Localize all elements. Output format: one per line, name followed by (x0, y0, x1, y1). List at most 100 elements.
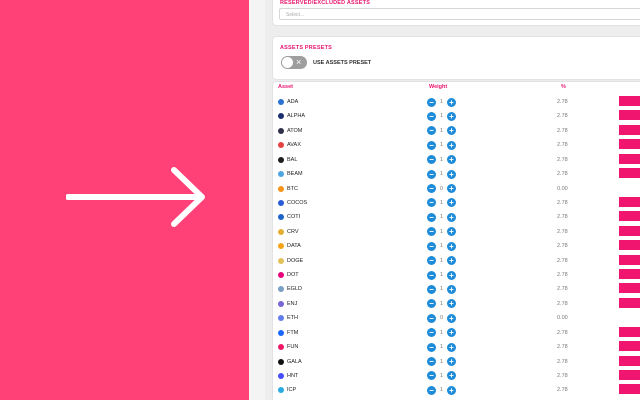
decrease-weight-button[interactable]: − (427, 299, 436, 309)
coin-icon (278, 156, 284, 163)
allocation-bar (619, 341, 640, 352)
decrease-weight-button[interactable]: − (427, 169, 436, 179)
decrease-weight-button[interactable]: − (427, 241, 436, 251)
table-row: ETH −0 +0.00 (273, 312, 640, 326)
asset-name: ICP (287, 387, 297, 394)
increase-weight-button[interactable]: + (447, 140, 456, 150)
table-row: ENJ −1 +2.78 (273, 297, 640, 312)
decrease-weight-button[interactable]: − (427, 111, 436, 121)
decrease-weight-button[interactable]: − (427, 256, 436, 266)
table-row: GALA −1 +2.78 (273, 355, 640, 370)
allocation-bar (619, 269, 640, 280)
percent-value: 2.78 (557, 272, 568, 279)
asset-name: BAL (287, 156, 298, 163)
decrease-weight-button[interactable]: − (427, 342, 436, 352)
allocation-bar (619, 96, 640, 106)
coin-icon (278, 199, 284, 206)
coin-icon (278, 243, 284, 250)
coin-icon (278, 228, 284, 235)
increase-weight-button[interactable]: + (447, 155, 456, 165)
allocation-bar (619, 369, 640, 380)
column-header-weight: Weight (429, 84, 448, 90)
percent-value: 2.78 (557, 156, 568, 163)
allocation-bar (619, 326, 640, 337)
coin-icon (278, 113, 284, 120)
weight-value: 1 (439, 286, 444, 293)
increase-weight-button[interactable]: + (447, 313, 456, 323)
increase-weight-button[interactable]: + (447, 385, 456, 395)
asset-name: ETH (287, 315, 298, 322)
table-row: ATOM −1 +2.78 (273, 124, 640, 139)
percent-value: 2.78 (557, 286, 568, 293)
weight-value: 1 (439, 329, 444, 336)
asset-name: ADA (287, 99, 299, 105)
coin-icon (278, 315, 284, 322)
increase-weight-button[interactable]: + (447, 284, 456, 294)
increase-weight-button[interactable]: + (447, 241, 456, 251)
weight-value: 0 (439, 315, 444, 322)
decrease-weight-button[interactable]: − (427, 198, 436, 208)
asset-name: GALA (287, 358, 302, 365)
increase-weight-button[interactable]: + (447, 169, 456, 179)
percent-value: 2.78 (557, 228, 568, 235)
decrease-weight-button[interactable]: − (427, 371, 436, 381)
decrease-weight-button[interactable]: − (427, 328, 436, 338)
assets-presets-card: ASSETS PRESETS × USE ASSETS PRESET (272, 36, 640, 80)
increase-weight-button[interactable]: + (447, 97, 456, 107)
decrease-weight-button[interactable]: − (427, 212, 436, 222)
table-row: BEAM −1 +2.78 (273, 168, 640, 182)
decrease-weight-button[interactable]: − (427, 270, 436, 280)
toggle-knob (282, 57, 293, 68)
percent-value: 2.78 (557, 344, 568, 351)
table-row: ALPHA −1 +2.78 (273, 110, 640, 124)
increase-weight-button[interactable]: + (447, 184, 456, 194)
allocation-bar (619, 139, 640, 150)
percent-value: 2.78 (557, 243, 568, 250)
percent-value: 2.78 (557, 171, 568, 178)
app-window: RESERVED/EXCLUDED ASSETS Select... ASSET… (249, 0, 640, 400)
asset-name: BTC (287, 185, 298, 192)
increase-weight-button[interactable]: + (447, 212, 456, 222)
arrow-right-icon (66, 167, 205, 227)
table-row: ADA −1 +2.78 (273, 96, 640, 110)
coin-icon (278, 185, 284, 192)
increase-weight-button[interactable]: + (447, 357, 456, 367)
increase-weight-button[interactable]: + (447, 111, 456, 121)
decrease-weight-button[interactable]: − (427, 155, 436, 165)
percent-value: 2.78 (557, 372, 568, 379)
asset-name: COCOS (287, 199, 308, 206)
decrease-weight-button[interactable]: − (427, 140, 436, 150)
decrease-weight-button[interactable]: − (427, 357, 436, 367)
decrease-weight-button[interactable]: − (427, 385, 436, 395)
table-row: COCOS −1 +2.78 (273, 196, 640, 211)
increase-weight-button[interactable]: + (447, 299, 456, 309)
decrease-weight-button[interactable]: − (427, 227, 436, 237)
decrease-weight-button[interactable]: − (427, 97, 436, 107)
weight-value: 1 (439, 344, 444, 351)
decrease-weight-button[interactable]: − (427, 313, 436, 323)
coin-icon (278, 127, 284, 134)
use-preset-toggle[interactable]: × (281, 56, 307, 69)
increase-weight-button[interactable]: + (447, 328, 456, 338)
coin-icon (278, 344, 284, 351)
increase-weight-button[interactable]: + (447, 342, 456, 352)
increase-weight-button[interactable]: + (447, 371, 456, 381)
increase-weight-button[interactable]: + (447, 256, 456, 266)
weight-value: 1 (439, 99, 444, 105)
coin-icon (278, 257, 284, 264)
decrease-weight-button[interactable]: − (427, 184, 436, 194)
excluded-assets-select[interactable]: Select... (279, 8, 640, 20)
increase-weight-button[interactable]: + (447, 126, 456, 136)
decrease-weight-button[interactable]: − (427, 284, 436, 294)
increase-weight-button[interactable]: + (447, 198, 456, 208)
table-row: ICP −1 +2.78 (273, 384, 640, 398)
increase-weight-button[interactable]: + (447, 227, 456, 237)
table-row: AVAX −1 +2.78 (273, 139, 640, 153)
percent-value: 2.78 (557, 358, 568, 365)
decrease-weight-button[interactable]: − (427, 126, 436, 136)
allocation-bar (619, 196, 640, 207)
increase-weight-button[interactable]: + (447, 270, 456, 280)
table-row: DOGE −1 +2.78 (273, 254, 640, 269)
allocation-bar (619, 211, 640, 222)
left-gutter (249, 0, 265, 400)
